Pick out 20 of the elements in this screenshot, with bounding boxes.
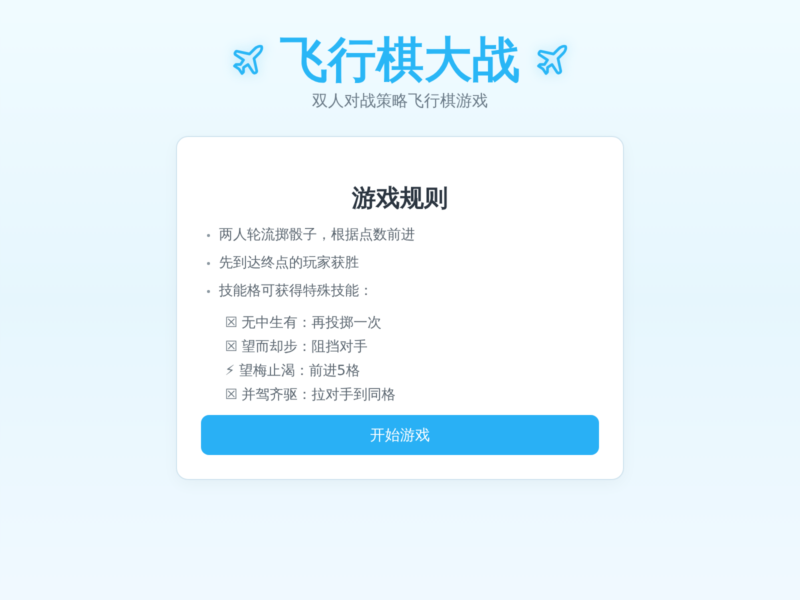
skill-text: 并驾齐驱：拉对手到同格: [242, 386, 396, 405]
start-game-button[interactable]: 开始游戏: [201, 415, 599, 455]
bullet-dot: [207, 290, 210, 292]
rules-heading: 游戏规则: [350, 183, 449, 213]
skill-icon: ☒: [225, 335, 238, 359]
rule-text: 先到达终点的玩家获胜: [219, 254, 359, 272]
rule-text: 两人轮流掷骰子，根据点数前进: [219, 226, 415, 244]
subtitle: 双人对战策略飞行棋游戏: [312, 90, 488, 112]
skill-text: 望梅止渴：前进5格: [238, 362, 360, 381]
skill-text: 无中生有：再投掷一次: [242, 314, 382, 333]
skill-icon: ⚡: [225, 359, 235, 383]
airplane-icon: [534, 42, 570, 78]
airplane-icon: [230, 42, 266, 78]
bullet-dot: [207, 262, 210, 264]
game-title: 飞行棋大战: [280, 31, 520, 90]
skill-icon: ☒: [225, 311, 238, 335]
skill-text: 望而却步：阻挡对手: [242, 338, 368, 357]
bullet-dot: [207, 234, 210, 236]
rule-text: 技能格可获得特殊技能：: [219, 282, 373, 300]
skill-icon: ☒: [225, 383, 238, 407]
